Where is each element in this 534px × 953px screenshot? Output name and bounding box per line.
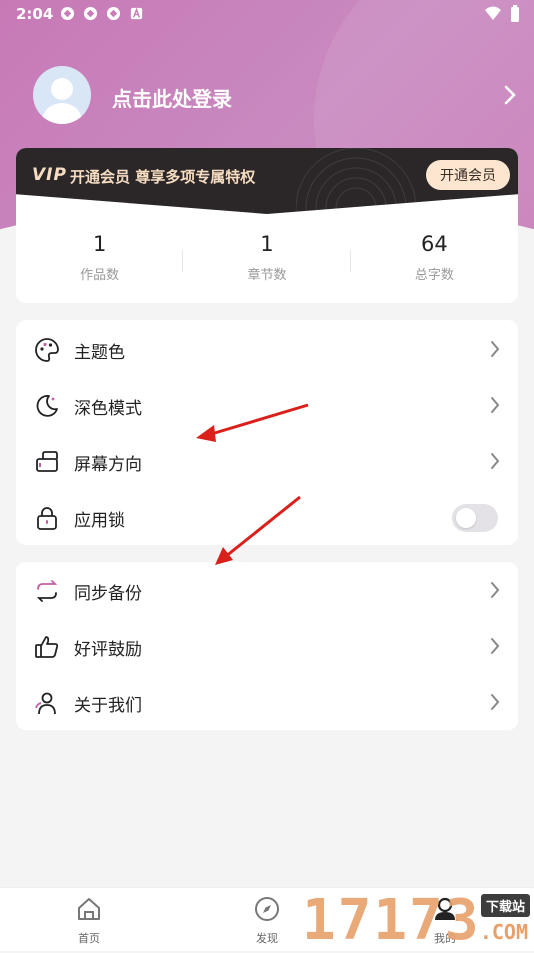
vip-logo: VIP	[32, 165, 67, 185]
menu-item-dark-mode[interactable]: 深色模式	[16, 377, 518, 433]
battery-icon	[511, 5, 519, 22]
settings-menu-card: 主题色 深色模式 屏幕方向 应用锁	[16, 320, 518, 545]
text-badge-icon	[130, 7, 143, 20]
chevron-right-icon	[491, 694, 500, 710]
lock-icon	[37, 507, 57, 530]
stat-value: 64	[420, 232, 448, 256]
tab-label: 发现	[256, 932, 278, 945]
toggle-knob	[456, 508, 476, 528]
login-prompt[interactable]: 点击此处登录	[112, 83, 232, 112]
menu-item-label: 好评鼓励	[74, 640, 142, 660]
sync-icon	[36, 580, 58, 602]
status-system-icons	[484, 5, 520, 23]
stat-words: 64 总字数	[351, 228, 518, 298]
stats-row: 1 作品数 1 章节数 64 总字数	[16, 228, 518, 298]
watermark-logo: 17173 下载站 .COM	[302, 888, 532, 953]
chevron-right-icon[interactable]	[503, 84, 517, 106]
wifi-icon	[485, 6, 501, 20]
menu-item-screen-orientation[interactable]: 屏幕方向	[16, 433, 518, 489]
open-membership-button[interactable]: 开通会员	[426, 160, 510, 190]
chevron-right-icon	[491, 638, 500, 654]
default-avatar-icon	[41, 78, 83, 124]
watermark-suffix: .COM	[479, 920, 528, 944]
status-bar: 2:04	[0, 0, 534, 28]
menu-item-label: 屏幕方向	[74, 455, 142, 475]
menu-item-theme-color[interactable]: 主题色	[16, 321, 518, 377]
vip-stats-card: VIP 开通会员 尊享多项专属特权 开通会员 1 作品数 1 章节数 64 总字…	[16, 148, 518, 303]
vip-banner[interactable]: VIP 开通会员 尊享多项专属特权 开通会员	[16, 148, 518, 214]
tab-label: 首页	[78, 932, 100, 945]
stat-value: 1	[260, 232, 274, 256]
thumbs-up-icon	[35, 636, 59, 658]
stat-label: 章节数	[247, 268, 287, 283]
moon-icon	[36, 395, 58, 417]
avatar[interactable]	[33, 66, 91, 124]
menu-item-label: 主题色	[74, 343, 125, 363]
compass-icon	[255, 897, 279, 921]
stat-works: 1 作品数	[16, 228, 184, 298]
status-time: 2:04	[16, 5, 54, 23]
app-notification-icon	[60, 6, 75, 21]
palette-icon	[35, 338, 59, 362]
menu-item-rate-us[interactable]: 好评鼓励	[16, 618, 518, 674]
watermark-digits: 17173	[302, 888, 481, 953]
tab-home[interactable]: 首页	[49, 888, 129, 951]
vip-promo-text: 开通会员 尊享多项专属特权	[70, 168, 256, 186]
chevron-right-icon	[491, 582, 500, 598]
chevron-right-icon	[491, 453, 500, 469]
app-lock-toggle[interactable]	[452, 504, 498, 532]
menu-item-about-us[interactable]: 关于我们	[16, 674, 518, 730]
watermark-tag: 下载站	[480, 894, 530, 917]
screen-rotate-icon	[36, 451, 58, 472]
menu-item-label: 深色模式	[74, 399, 142, 419]
stat-label: 作品数	[80, 268, 120, 283]
chevron-right-icon	[491, 397, 500, 413]
app-notification-icon	[83, 6, 98, 21]
misc-menu-card: 同步备份 好评鼓励 关于我们	[16, 562, 518, 730]
menu-item-label: 应用锁	[74, 511, 125, 531]
menu-item-label: 关于我们	[74, 696, 142, 716]
home-icon	[78, 898, 100, 920]
menu-item-app-lock: 应用锁	[16, 489, 518, 545]
chevron-right-icon	[491, 341, 500, 357]
stat-chapters: 1 章节数	[183, 228, 351, 298]
menu-item-label: 同步备份	[74, 584, 142, 604]
status-notification-icons	[60, 6, 144, 21]
users-icon	[35, 692, 56, 715]
stat-value: 1	[92, 232, 107, 256]
stat-label: 总字数	[414, 268, 454, 283]
menu-item-sync-backup[interactable]: 同步备份	[16, 562, 518, 618]
tab-discover[interactable]: 发现	[227, 888, 307, 951]
app-notification-icon	[106, 6, 121, 21]
login-row[interactable]: 点击此处登录	[33, 66, 517, 126]
